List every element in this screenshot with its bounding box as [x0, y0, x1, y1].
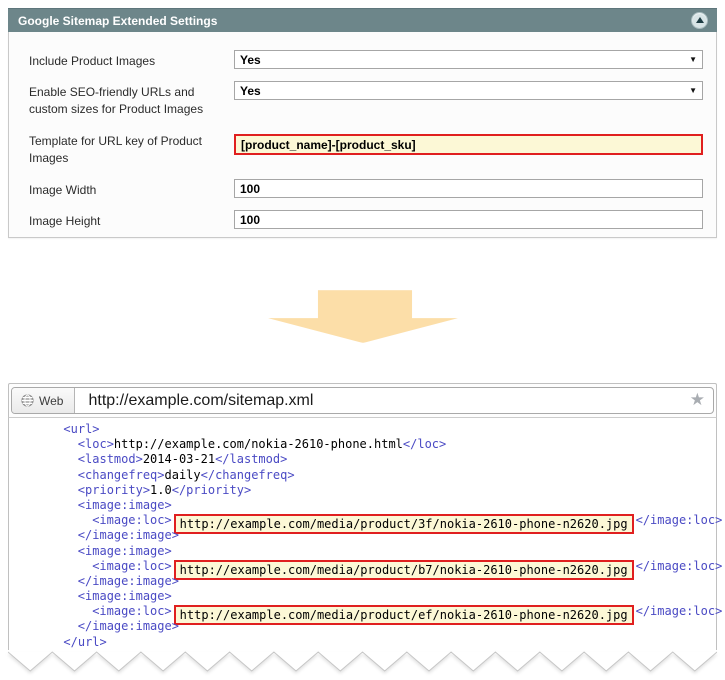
collapse-button[interactable] [691, 12, 708, 29]
highlighted-image-url: http://example.com/media/product/ef/noki… [174, 605, 634, 625]
highlighted-image-url: http://example.com/media/product/3f/noki… [174, 514, 634, 534]
url-input[interactable]: http://example.com/sitemap.xml [75, 392, 681, 410]
xml-tag: </image:image> [78, 619, 179, 633]
xml-tag: <image:loc> [92, 604, 171, 618]
form-row-image-width: Image Width [21, 179, 703, 199]
xml-line: <changefreq>daily</changefreq> [9, 468, 716, 483]
xml-line: <image:image> [9, 498, 716, 513]
xml-tag: <image:image> [78, 498, 172, 512]
field-label: Template for URL key of Product Images [21, 130, 234, 167]
chevron-down-icon: ▼ [689, 56, 697, 64]
xml-tag: </image:loc> [636, 604, 723, 618]
select-value: Yes [240, 84, 261, 98]
highlighted-image-url: http://example.com/media/product/b7/noki… [174, 560, 634, 580]
xml-tag: <changefreq> [78, 468, 165, 482]
xml-tag: </image:loc> [636, 513, 723, 527]
form-row-seo-friendly-urls: Enable SEO-friendly URLs and custom size… [21, 81, 703, 118]
form-row-include-product-images: Include Product Images Yes ▼ [21, 50, 703, 70]
bookmark-star-icon[interactable]: ★ [682, 390, 713, 412]
chevron-down-icon: ▼ [689, 87, 697, 95]
collapse-up-icon [696, 17, 704, 23]
panel-body: Include Product Images Yes ▼ Enable SEO-… [8, 32, 717, 238]
web-segment-button[interactable]: Web [12, 388, 75, 413]
browser-chrome: Web http://example.com/sitemap.xml ★ [8, 383, 717, 418]
xml-tag: <image:loc> [92, 559, 171, 573]
web-segment-label: Web [39, 394, 63, 408]
google-sitemap-settings-panel: Google Sitemap Extended Settings Include… [8, 8, 717, 238]
down-arrow-icon [268, 290, 458, 343]
xml-text: http://example.com/nokia-2610-phone.html [114, 437, 403, 451]
address-bar[interactable]: Web http://example.com/sitemap.xml ★ [11, 387, 714, 414]
seo-friendly-urls-select[interactable]: Yes ▼ [234, 81, 703, 100]
image-width-input[interactable] [234, 179, 703, 198]
xml-tag: <loc> [78, 437, 114, 451]
xml-line: </url> [9, 635, 716, 650]
xml-tag: </loc> [403, 437, 446, 451]
xml-tag: <lastmod> [78, 452, 143, 466]
xml-tag: </image:image> [78, 574, 179, 588]
xml-line: <loc>http://example.com/nokia-2610-phone… [9, 437, 716, 452]
xml-text: 2014-03-21 [143, 452, 215, 466]
xml-tag: <image:loc> [92, 513, 171, 527]
xml-tag: <priority> [78, 483, 150, 497]
torn-edge-zigzag [8, 652, 717, 671]
field-label: Image Height [21, 210, 234, 230]
field-label: Image Width [21, 179, 234, 199]
xml-tag: </lastmod> [215, 452, 287, 466]
include-product-images-select[interactable]: Yes ▼ [234, 50, 703, 69]
form-row-url-key-template: Template for URL key of Product Images [21, 130, 703, 167]
xml-view: <url><loc>http://example.com/nokia-2610-… [8, 418, 717, 650]
xml-tag: <image:image> [78, 544, 172, 558]
xml-line: <url> [9, 422, 716, 437]
xml-tag: </priority> [172, 483, 251, 497]
browser-window: Web http://example.com/sitemap.xml ★ <ur… [8, 383, 717, 674]
globe-icon [21, 394, 34, 407]
field-label: Enable SEO-friendly URLs and custom size… [21, 81, 234, 118]
xml-text: daily [165, 468, 201, 482]
url-key-template-input[interactable] [234, 134, 703, 155]
xml-tag: </url> [63, 635, 106, 649]
torn-edge [8, 650, 717, 674]
xml-line: <image:image> [9, 589, 716, 604]
panel-title: Google Sitemap Extended Settings [8, 14, 217, 28]
xml-tag: </image:image> [78, 528, 179, 542]
select-value: Yes [240, 53, 261, 67]
field-label: Include Product Images [21, 50, 234, 70]
xml-line: <image:loc>http://example.com/media/prod… [9, 604, 716, 619]
panel-header: Google Sitemap Extended Settings [8, 8, 717, 32]
xml-line: <image:loc>http://example.com/media/prod… [9, 513, 716, 528]
xml-line: <image:loc>http://example.com/media/prod… [9, 559, 716, 574]
xml-line: <lastmod>2014-03-21</lastmod> [9, 452, 716, 467]
xml-tag: <url> [63, 422, 99, 436]
xml-tag: </changefreq> [201, 468, 295, 482]
xml-line: <priority>1.0</priority> [9, 483, 716, 498]
image-height-input[interactable] [234, 210, 703, 229]
xml-line: <image:image> [9, 544, 716, 559]
form-row-image-height: Image Height [21, 210, 703, 230]
xml-text: 1.0 [150, 483, 172, 497]
xml-tag: <image:image> [78, 589, 172, 603]
xml-tag: </image:loc> [636, 559, 723, 573]
